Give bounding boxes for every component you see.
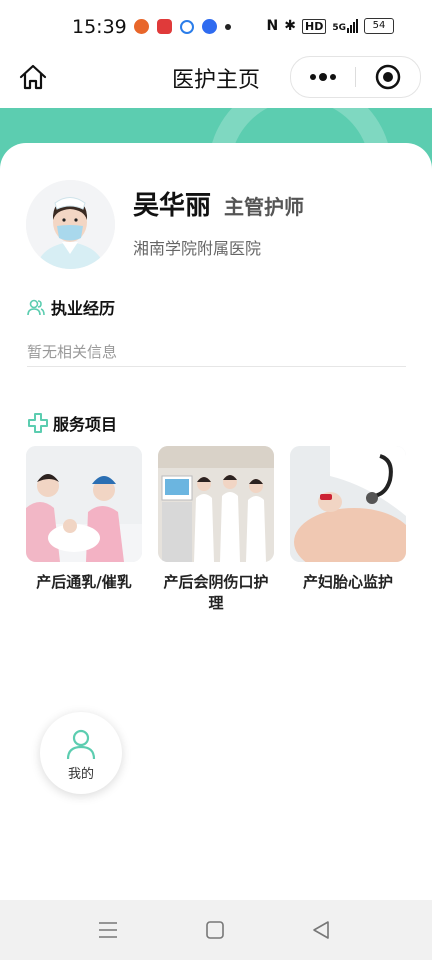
back-triangle-icon: [313, 921, 329, 939]
nurse-avatar-image: [26, 180, 115, 269]
more-button[interactable]: [291, 57, 355, 97]
menu-nav-button[interactable]: [96, 918, 120, 942]
nurse-name: 吴华丽: [133, 191, 212, 221]
service-label: 产妇胎心监护: [302, 573, 393, 591]
red-app-icon: [157, 19, 172, 34]
avatar: [26, 180, 115, 269]
home-button[interactable]: [18, 62, 48, 92]
services-title: 服务项目: [53, 415, 118, 434]
dot-icon: [225, 23, 231, 30]
experience-header: 执业经历: [27, 295, 115, 319]
experience-title: 执业经历: [51, 299, 116, 318]
experience-divider: [27, 366, 406, 367]
service-label: 产后会阴伤口护理: [163, 573, 269, 612]
status-indicators: N ✱ HD 5G 54: [267, 18, 394, 34]
mini-program-capsule: [290, 56, 421, 98]
pumpkin-app-icon: [134, 19, 149, 34]
hospital-name: 湘南学院附属医院: [133, 239, 262, 258]
service-label: 产后通乳/催乳: [36, 573, 132, 591]
search-app-icon: [180, 19, 194, 34]
more-icon: [310, 73, 336, 81]
service-image-fetal-monitoring: [290, 446, 406, 562]
service-item-fetal-monitoring[interactable]: 产妇胎心监护: [290, 446, 406, 593]
hd-icon: HD: [302, 18, 327, 34]
nfc-icon: N: [266, 18, 279, 34]
nurse-title: 主管护师: [224, 195, 304, 219]
person-icon: [66, 729, 96, 760]
network-type-label: 5G: [332, 23, 346, 33]
experience-empty-text: 暂无相关信息: [27, 343, 118, 361]
status-app-icons: [134, 19, 231, 34]
back-nav-button[interactable]: [309, 918, 333, 942]
blue-app-icon: [202, 19, 217, 34]
service-image-perineal-care: [158, 446, 274, 562]
service-item-breastfeeding[interactable]: 产后通乳/催乳: [26, 446, 142, 593]
services-header: 服务项目: [27, 411, 117, 435]
medical-cross-icon: [28, 413, 48, 433]
close-program-button[interactable]: [356, 57, 420, 97]
signal-5g-icon: 5G: [332, 19, 358, 33]
home-icon: [19, 64, 47, 90]
status-time: 15:39: [72, 16, 127, 38]
service-item-perineal-care[interactable]: 产后会阴伤口护理: [158, 446, 274, 614]
status-bar: 15:39 N ✱ HD 5G 54: [0, 0, 432, 56]
target-icon: [375, 64, 401, 90]
mine-button[interactable]: 我的: [40, 712, 122, 794]
menu-icon: [99, 922, 117, 938]
square-icon: [206, 921, 224, 939]
system-nav-bar: [0, 900, 432, 960]
header: 医护主页: [0, 56, 432, 108]
users-icon: [27, 299, 45, 316]
battery-icon: 54: [364, 18, 394, 34]
bluetooth-icon: ✱: [284, 18, 296, 34]
service-image-breastfeeding: [26, 446, 142, 562]
home-nav-button[interactable]: [203, 918, 227, 942]
mine-label: 我的: [67, 767, 94, 782]
